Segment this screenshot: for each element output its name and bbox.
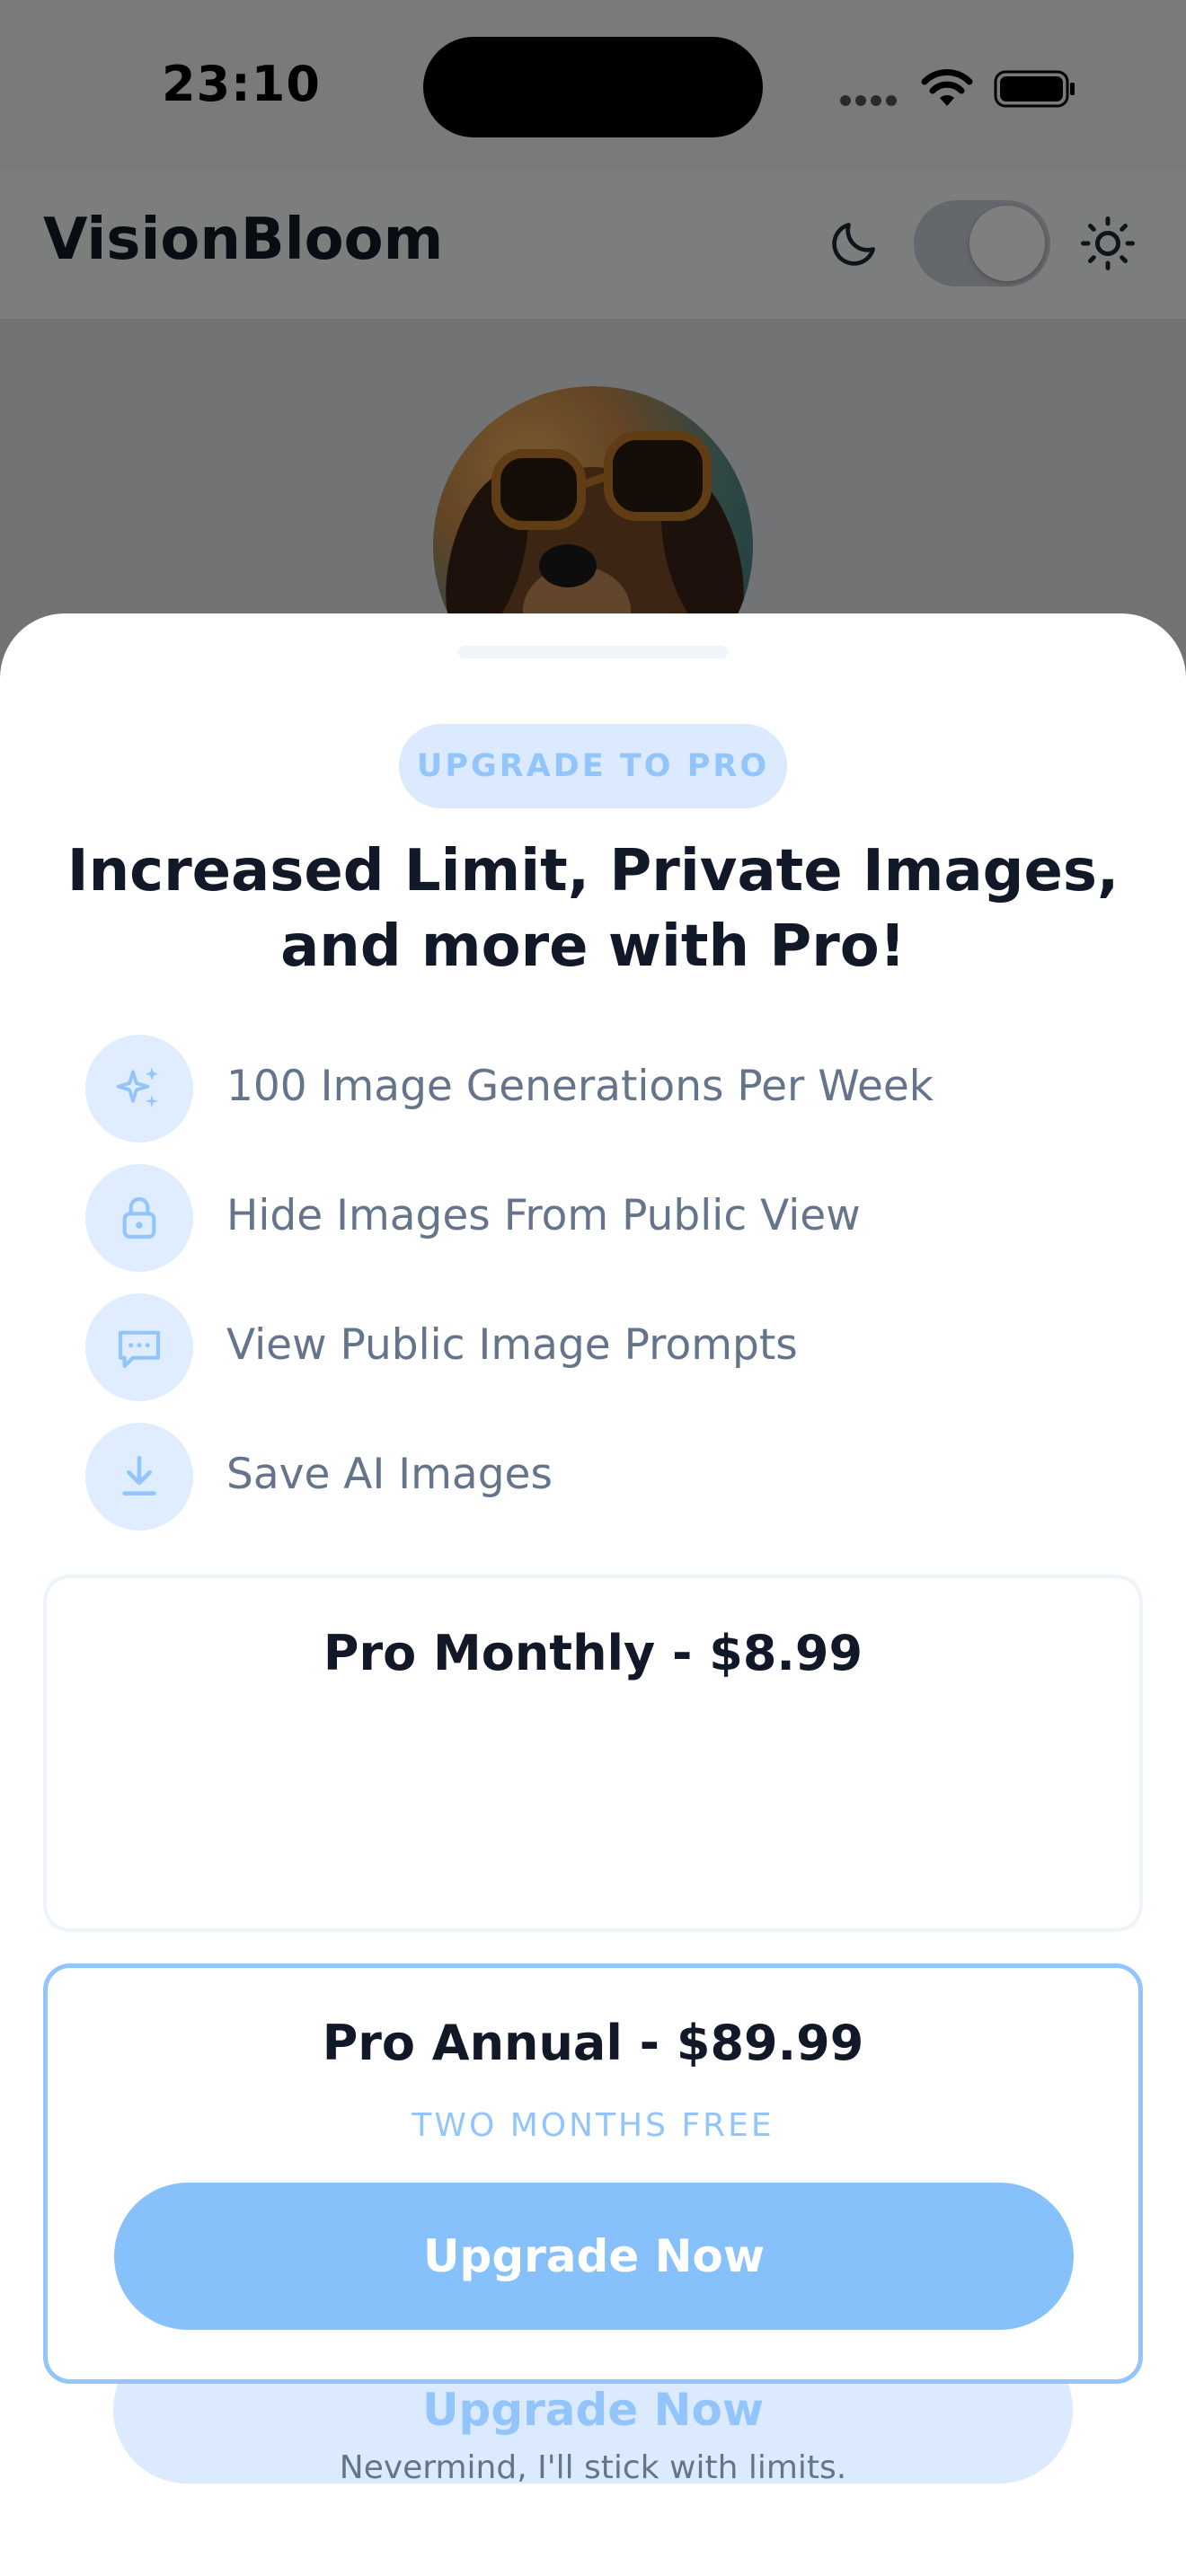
plan-card-annual: Pro Annual - $89.99 TWO MONTHS FREE Upgr… <box>43 1963 1143 2384</box>
dismiss-link[interactable]: Nevermind, I'll stick with limits. <box>0 2449 1186 2486</box>
upgrade-sheet: UPGRADE TO PRO Increased Limit, Private … <box>0 613 1186 2576</box>
feature-item: View Public Image Prompts <box>85 1293 1119 1401</box>
plan-title: Pro Annual - $89.99 <box>322 2015 864 2071</box>
feature-label: View Public Image Prompts <box>226 1320 798 1370</box>
plan-subtitle: TWO MONTHS FREE <box>412 2107 774 2144</box>
chat-icon <box>85 1293 193 1401</box>
plan-card-monthly: Pro Monthly - $8.99 Upgrade Now <box>43 1575 1143 2483</box>
upgrade-annual-button[interactable]: Upgrade Now <box>114 2183 1074 2330</box>
feature-item: Save AI Images <box>85 1423 1119 1531</box>
plan-title: Pro Monthly - $8.99 <box>323 1625 863 1681</box>
feature-item: 100 Image Generations Per Week <box>85 1035 1119 1142</box>
feature-item: Hide Images From Public View <box>85 1164 1119 1272</box>
sparkles-icon <box>85 1035 193 1142</box>
lock-icon <box>85 1164 193 1272</box>
download-icon <box>85 1423 193 1531</box>
feature-label: Save AI Images <box>226 1450 553 1499</box>
sheet-title: Increased Limit, Private Images, and mor… <box>66 838 1120 980</box>
feature-label: 100 Image Generations Per Week <box>226 1062 934 1111</box>
sheet-grabber[interactable] <box>458 646 728 658</box>
upgrade-badge: UPGRADE TO PRO <box>399 724 787 808</box>
feature-label: Hide Images From Public View <box>226 1191 861 1240</box>
